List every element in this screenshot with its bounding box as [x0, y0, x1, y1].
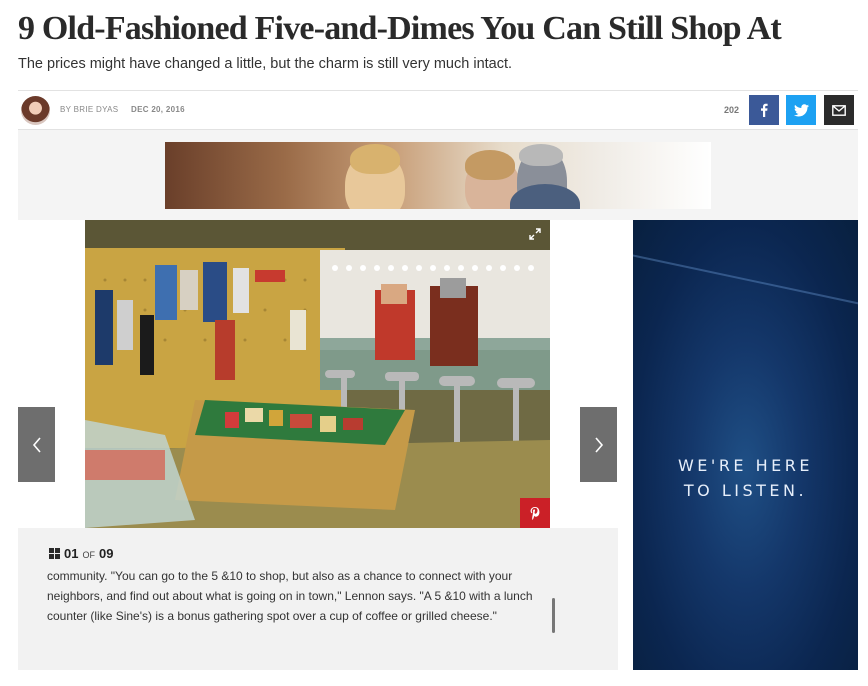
facebook-icon	[761, 103, 768, 117]
current-slide-number: 01	[64, 546, 79, 561]
pinterest-button[interactable]	[520, 498, 550, 528]
ad-light-streak	[633, 246, 858, 316]
article-title: 9 Old-Fashioned Five-and-Dimes You Can S…	[18, 10, 782, 47]
slide-caption-text: community. "You can go to the 5 &10 to s…	[47, 569, 533, 623]
sidebar-ad-line-1: WE'RE HERE	[677, 456, 813, 475]
sidebar-ad[interactable]: WE'RE HERE TO LISTEN.	[633, 220, 858, 670]
pinterest-icon	[530, 506, 540, 520]
email-icon	[832, 104, 846, 116]
previous-slide-button[interactable]	[18, 407, 55, 482]
facebook-share-button[interactable]	[749, 95, 779, 125]
byline-bar: BY BRIE DYAS DEC 20, 2016 202	[18, 90, 858, 130]
banner-ad[interactable]	[165, 142, 711, 209]
slide-caption-panel: 01 OF 09 community. "You can go to the 5…	[18, 528, 618, 670]
expand-icon	[529, 228, 541, 240]
twitter-icon	[793, 103, 809, 116]
total-slides-number: 09	[98, 546, 114, 561]
sidebar-ad-line-2: TO LISTEN.	[683, 481, 808, 500]
twitter-share-button[interactable]	[786, 95, 816, 125]
chevron-left-icon	[32, 436, 41, 453]
share-count: 202	[724, 105, 740, 115]
chevron-right-icon	[594, 436, 603, 453]
article-dek: The prices might have changed a little, …	[18, 56, 513, 72]
email-share-button[interactable]	[824, 95, 854, 125]
next-slide-button[interactable]	[580, 407, 617, 482]
gallery-photo[interactable]	[85, 220, 550, 528]
slide-of-label: OF	[82, 550, 95, 560]
top-ad-band	[18, 130, 858, 220]
grid-icon[interactable]	[49, 548, 60, 559]
publish-date: DEC 20, 2016	[131, 105, 185, 114]
caption-scrollbar[interactable]	[552, 598, 555, 633]
sidebar-ad-text: WE'RE HERE TO LISTEN.	[633, 453, 858, 503]
expand-button[interactable]	[520, 220, 550, 248]
author-byline[interactable]: BY BRIE DYAS	[60, 105, 118, 114]
author-avatar[interactable]	[21, 96, 50, 125]
slide-counter[interactable]: 01 OF 09	[49, 546, 113, 561]
